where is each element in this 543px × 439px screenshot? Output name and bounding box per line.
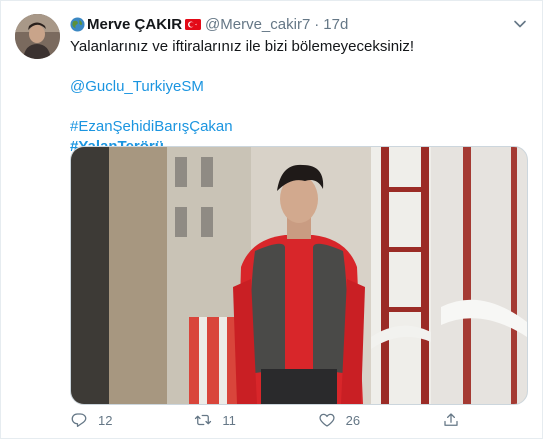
tweet-photo[interactable] [70, 146, 528, 405]
share-icon [444, 413, 458, 426]
separator-dot: · [314, 15, 320, 33]
reply-button[interactable]: 12 [70, 409, 112, 431]
tweet-actions: 12 11 26 [70, 409, 460, 431]
retweet-icon [195, 414, 212, 426]
hashtag-link[interactable]: #EzanŞehidiBarışÇakan [70, 118, 233, 135]
tweet-header: Merve ÇAKIR @Merve_cakir7 · 17d [70, 14, 528, 34]
chevron-down-icon[interactable] [512, 16, 528, 32]
turkey-flag-emoji-icon [185, 18, 202, 30]
author-display-name: Merve ÇAKIR [87, 15, 183, 33]
like-count: 26 [345, 412, 361, 428]
globe-emoji-icon [70, 16, 85, 32]
tweet-timestamp[interactable]: 17d [323, 16, 348, 33]
share-button[interactable] [442, 409, 460, 431]
mention-link[interactable]: @Guclu_TurkiyeSM [70, 78, 204, 95]
retweet-count: 11 [222, 412, 236, 428]
author-handle[interactable]: @Merve_cakir7 [205, 16, 310, 33]
tweet-text: Yalanlarınız ve iftiralarınız ile bizi b… [70, 37, 524, 157]
heart-icon [319, 413, 335, 427]
like-button[interactable]: 26 [318, 409, 360, 431]
reply-count: 12 [98, 412, 113, 428]
retweet-button[interactable]: 11 [194, 409, 236, 431]
tweet-text-line: Yalanlarınız ve iftiralarınız ile bizi b… [70, 38, 415, 55]
reply-icon [71, 413, 87, 428]
author-name[interactable]: Merve ÇAKIR [70, 16, 205, 33]
avatar[interactable] [15, 14, 60, 59]
tweet-card[interactable]: Merve ÇAKIR @Merve_cakir7 · 17d Yalanlar… [0, 0, 543, 439]
